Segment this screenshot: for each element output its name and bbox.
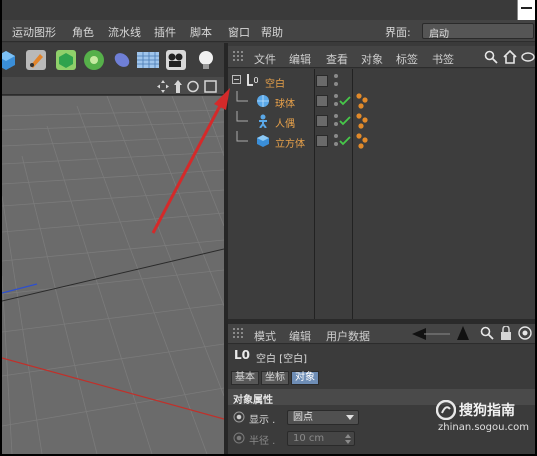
watermark-url: zhinan.sogou.com bbox=[438, 422, 530, 433]
watermark-brand: 搜狗指南 bbox=[459, 403, 515, 419]
sogou-logo-icon bbox=[436, 400, 456, 420]
annotation-arrow bbox=[151, 88, 230, 234]
watermark: 搜狗指南 zhinan.sogou.com bbox=[412, 398, 535, 438]
app-window: 运动图形 角色 流水线 插件 脚本 窗口 帮助 界面: 启动 文件 编辑 查看 … bbox=[2, 0, 535, 454]
